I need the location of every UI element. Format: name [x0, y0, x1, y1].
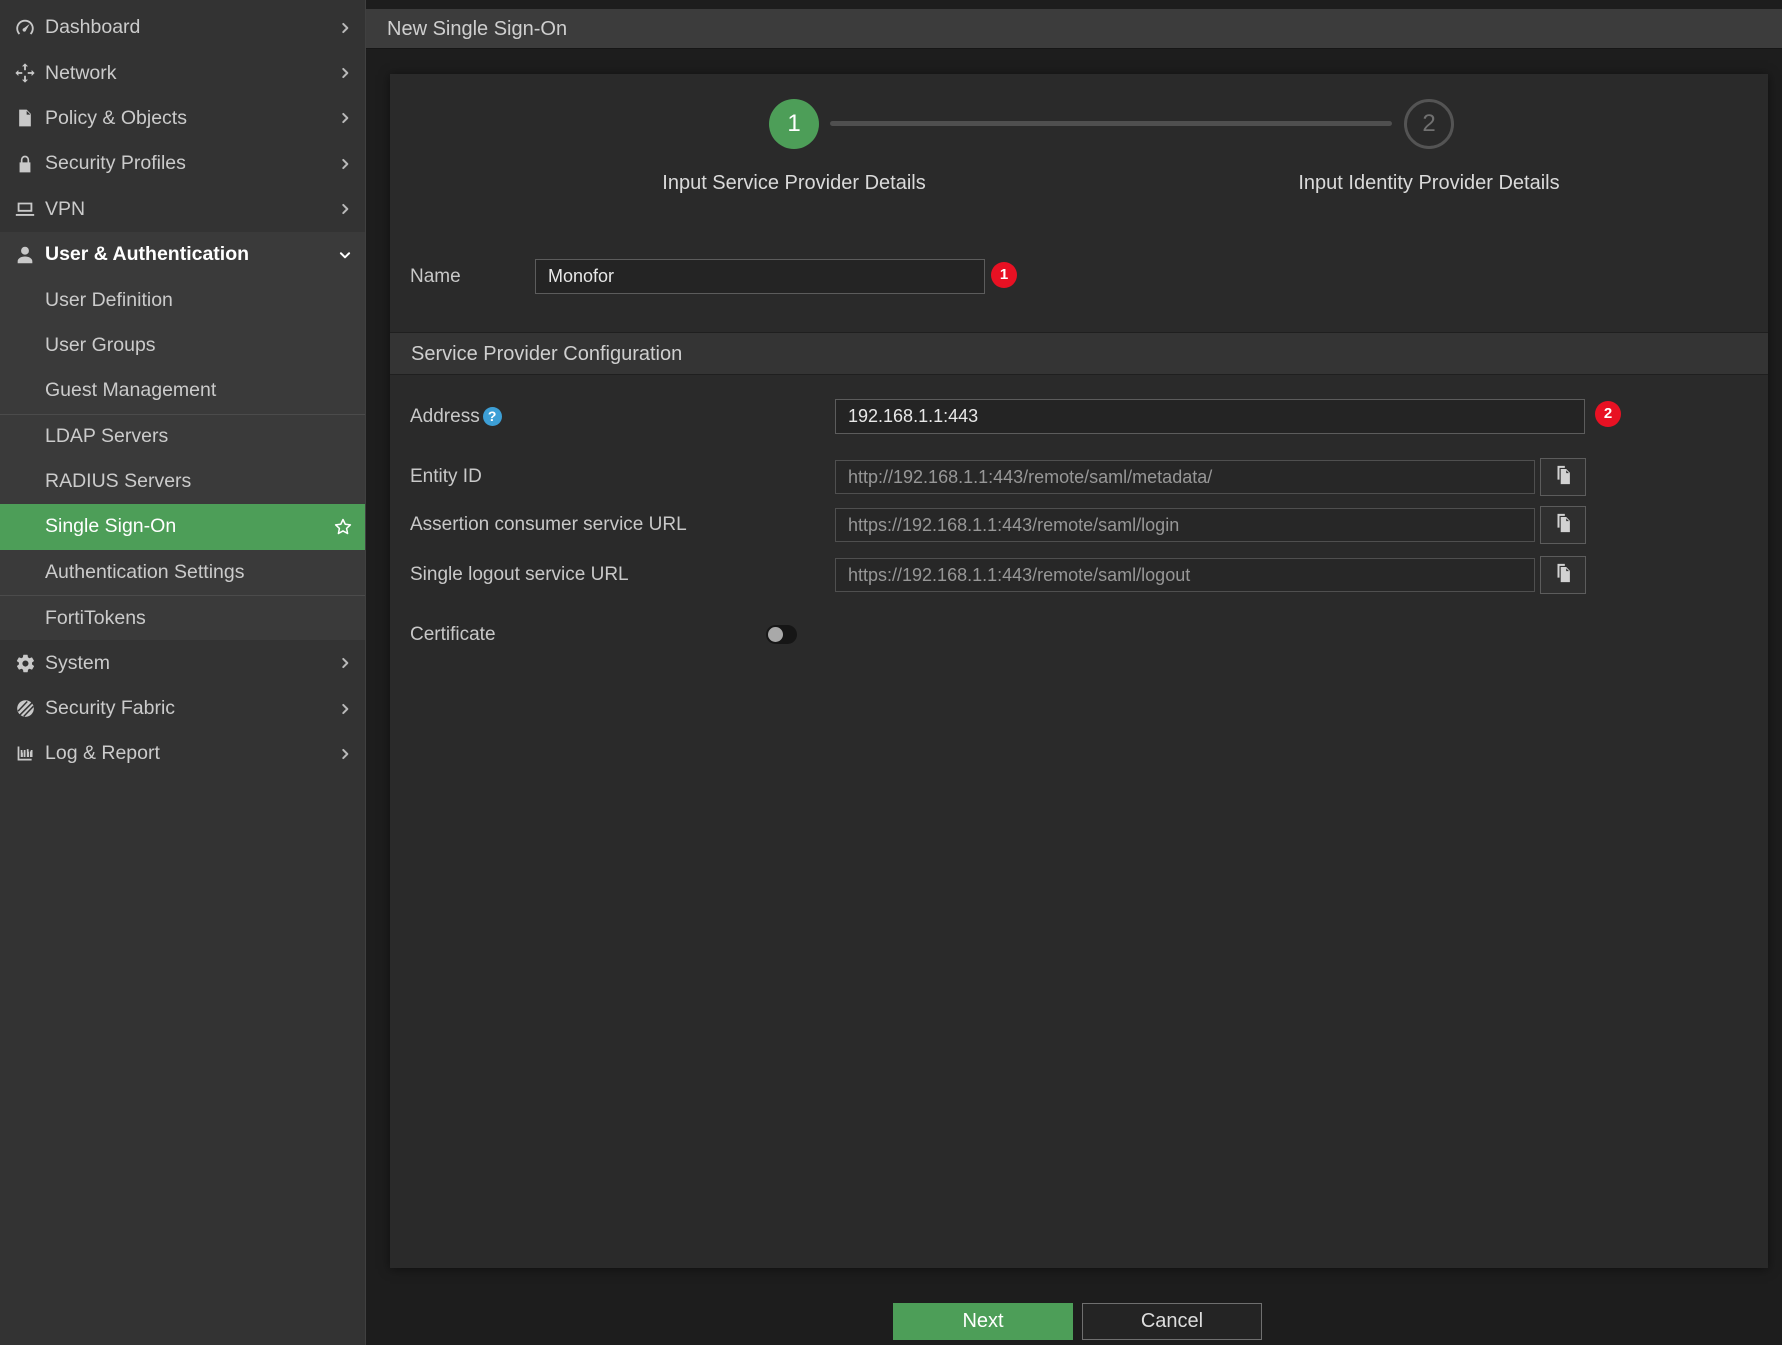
copy-icon — [1552, 464, 1574, 491]
entity-id-input — [835, 460, 1535, 494]
help-icon[interactable]: ? — [483, 407, 502, 426]
sidebar-item-single-sign-on[interactable]: Single Sign-On — [0, 504, 365, 549]
sidebar-item-network[interactable]: Network — [0, 50, 365, 95]
copy-slo-url-button[interactable] — [1540, 556, 1586, 594]
sidebar-item-label: Network — [45, 62, 117, 85]
sidebar-item-user-groups[interactable]: User Groups — [0, 323, 365, 368]
chevron-right-icon — [338, 157, 352, 171]
copy-acs-url-button[interactable] — [1540, 506, 1586, 544]
address-label: Address ? — [410, 399, 502, 434]
wizard-step-1: 1 — [769, 99, 819, 149]
sidebar-item-log-report[interactable]: Log & Report — [0, 731, 365, 776]
sidebar-item-label: Single Sign-On — [45, 515, 176, 538]
acs-url-row — [835, 506, 1586, 544]
star-icon[interactable] — [333, 517, 353, 537]
address-input[interactable] — [835, 399, 1585, 434]
sidebar: Dashboard Network Policy & Objects Secur… — [0, 0, 366, 1345]
fabric-icon — [12, 697, 38, 721]
name-label: Name — [410, 259, 461, 294]
sidebar-item-security-profiles[interactable]: Security Profiles — [0, 141, 365, 186]
chevron-right-icon — [338, 66, 352, 80]
chevron-right-icon — [338, 747, 352, 761]
sidebar-item-authentication-settings[interactable]: Authentication Settings — [0, 550, 365, 595]
certificate-toggle[interactable] — [766, 625, 797, 644]
sidebar-item-label: Guest Management — [45, 379, 216, 402]
sidebar-item-guest-management[interactable]: Guest Management — [0, 368, 365, 413]
sidebar-item-user-authentication[interactable]: User & Authentication — [0, 232, 365, 277]
gauge-icon — [12, 16, 38, 40]
error-badge-2: 2 — [1595, 401, 1621, 427]
sidebar-item-label: Security Profiles — [45, 152, 186, 175]
sidebar-item-dashboard[interactable]: Dashboard — [0, 5, 365, 50]
certificate-label: Certificate — [410, 620, 496, 650]
sidebar-item-label: Policy & Objects — [45, 107, 187, 130]
chevron-right-icon — [338, 702, 352, 716]
gear-icon — [12, 651, 38, 675]
sidebar-item-fortitokens[interactable]: FortiTokens — [0, 595, 365, 640]
wizard-step-1-label: Input Service Provider Details — [544, 172, 1044, 195]
sidebar-item-label: Authentication Settings — [45, 561, 244, 584]
acs-url-input — [835, 508, 1535, 542]
page-title: New Single Sign-On — [366, 9, 1782, 49]
sidebar-item-radius-servers[interactable]: RADIUS Servers — [0, 459, 365, 504]
sidebar-item-label: Log & Report — [45, 742, 160, 765]
sidebar-item-security-fabric[interactable]: Security Fabric — [0, 686, 365, 731]
sso-wizard-card: 1 2 Input Service Provider Details Input… — [390, 74, 1768, 1268]
chevron-down-icon — [338, 248, 352, 262]
sidebar-item-system[interactable]: System — [0, 640, 365, 685]
sidebar-item-label: FortiTokens — [45, 607, 146, 630]
chart-icon — [12, 742, 38, 766]
sidebar-item-label: User Groups — [45, 334, 156, 357]
address-label-text: Address — [410, 399, 480, 434]
sidebar-item-label: User & Authentication — [45, 243, 249, 266]
copy-icon — [1552, 512, 1574, 539]
chevron-right-icon — [338, 21, 352, 35]
chevron-right-icon — [338, 656, 352, 670]
sidebar-item-label: System — [45, 652, 110, 675]
sidebar-item-vpn[interactable]: VPN — [0, 187, 365, 232]
sidebar-item-policy-objects[interactable]: Policy & Objects — [0, 96, 365, 141]
next-button[interactable]: Next — [893, 1303, 1073, 1340]
acs-url-label: Assertion consumer service URL — [410, 508, 687, 542]
lock-icon — [12, 152, 38, 176]
sidebar-item-label: Dashboard — [45, 16, 140, 39]
name-input[interactable] — [535, 259, 985, 294]
wizard-progress-line — [830, 121, 1392, 126]
sidebar-item-label: LDAP Servers — [45, 425, 168, 448]
user-icon — [12, 243, 38, 267]
copy-icon — [1552, 562, 1574, 589]
sidebar-item-user-definition[interactable]: User Definition — [0, 277, 365, 322]
move-icon — [12, 61, 38, 85]
slo-url-label: Single logout service URL — [410, 558, 629, 592]
sidebar-item-label: User Definition — [45, 289, 173, 312]
copy-entity-id-button[interactable] — [1540, 458, 1586, 496]
chevron-right-icon — [338, 202, 352, 216]
wizard-step-2: 2 — [1404, 99, 1454, 149]
entity-id-label: Entity ID — [410, 460, 482, 494]
slo-url-row — [835, 556, 1586, 594]
section-title: Service Provider Configuration — [390, 332, 1768, 375]
sidebar-item-label: RADIUS Servers — [45, 470, 191, 493]
slo-url-input — [835, 558, 1535, 592]
sidebar-group-user-authentication: User & Authentication User Definition Us… — [0, 232, 365, 641]
entity-id-row — [835, 458, 1586, 496]
main-content: New Single Sign-On 1 2 Input Service Pro… — [366, 0, 1782, 1345]
chevron-right-icon — [338, 111, 352, 125]
cancel-button[interactable]: Cancel — [1082, 1303, 1262, 1340]
wizard-step-2-label: Input Identity Provider Details — [1179, 172, 1679, 195]
sidebar-item-label: VPN — [45, 198, 85, 221]
sidebar-item-label: Security Fabric — [45, 697, 175, 720]
laptop-icon — [12, 197, 38, 221]
file-icon — [12, 106, 38, 130]
error-badge-1: 1 — [991, 262, 1017, 288]
sidebar-item-ldap-servers[interactable]: LDAP Servers — [0, 414, 365, 459]
